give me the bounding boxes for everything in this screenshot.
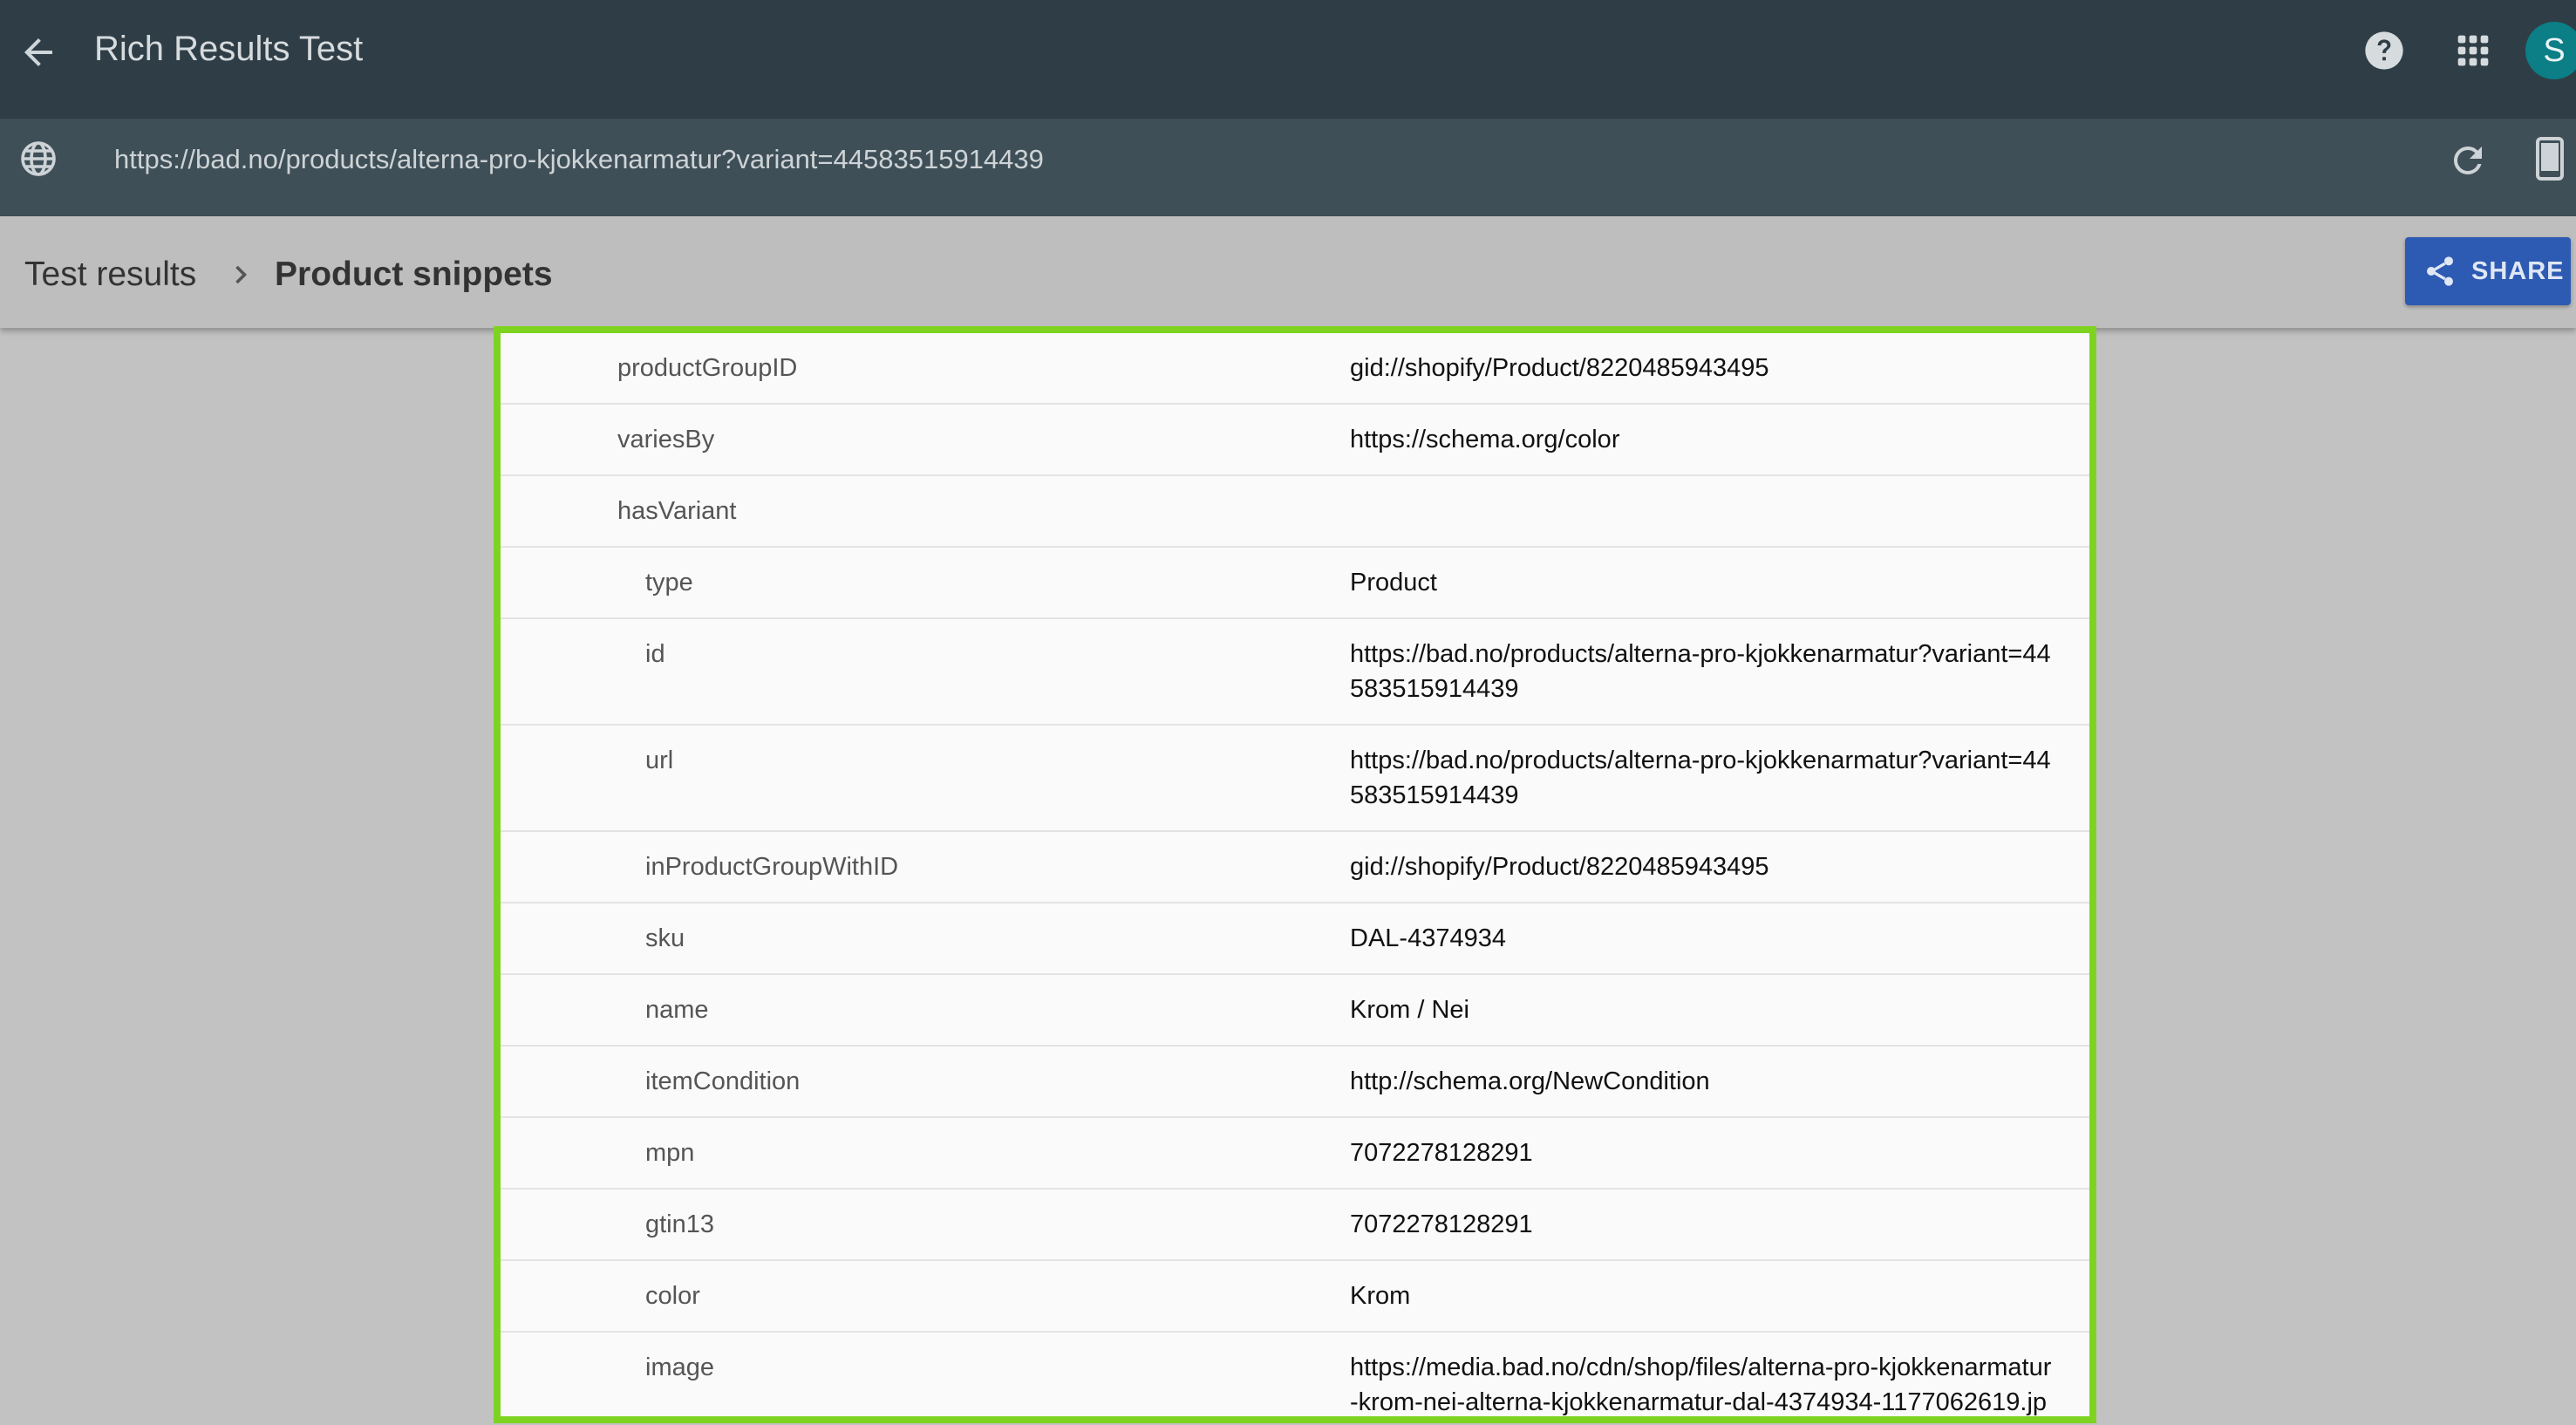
- property-key: hasVariant: [617, 497, 737, 525]
- share-icon: [2427, 256, 2453, 286]
- reload-icon[interactable]: [2447, 140, 2489, 181]
- property-value: https://media.bad.no/cdn/shop/files/alte…: [1350, 1353, 2052, 1416]
- help-icon[interactable]: [2361, 28, 2407, 73]
- property-key: image: [645, 1353, 714, 1381]
- table-row: color Krom: [501, 1261, 2089, 1333]
- property-key: id: [645, 640, 665, 668]
- smartphone-icon[interactable]: [2529, 136, 2571, 181]
- table-row: id https://bad.no/products/alterna-pro-k…: [501, 619, 2089, 726]
- property-key: type: [645, 569, 693, 597]
- table-row: itemCondition http://schema.org/NewCondi…: [501, 1047, 2089, 1118]
- property-value: https://bad.no/products/alterna-pro-kjok…: [1350, 747, 2051, 809]
- property-key: productGroupID: [617, 354, 798, 382]
- table-row: url https://bad.no/products/alterna-pro-…: [501, 726, 2089, 832]
- property-value: gid://shopify/Product/8220485943495: [1350, 354, 1769, 382]
- property-key: color: [645, 1282, 700, 1310]
- property-value: gid://shopify/Product/8220485943495: [1350, 853, 1769, 881]
- table-row: type Product: [501, 548, 2089, 619]
- property-key: gtin13: [645, 1210, 715, 1238]
- property-value: Krom: [1350, 1282, 1411, 1310]
- tested-url: https://bad.no/products/alterna-pro-kjok…: [114, 144, 1044, 174]
- property-key: itemCondition: [645, 1067, 801, 1095]
- page-title: Product snippets: [275, 256, 553, 293]
- apps-grid-icon[interactable]: [2450, 28, 2496, 73]
- table-row: hasVariant: [501, 476, 2089, 548]
- table-row: sku DAL-4374934: [501, 903, 2089, 975]
- property-value: DAL-4374934: [1350, 924, 1506, 952]
- table-row: inProductGroupWithID gid://shopify/Produ…: [501, 832, 2089, 903]
- property-value: Krom / Nei: [1350, 996, 1469, 1024]
- property-key: variesBy: [617, 426, 715, 453]
- app-bar: [0, 0, 2576, 119]
- table-row: name Krom / Nei: [501, 975, 2089, 1047]
- table-row: image https://media.bad.no/cdn/shop/file…: [501, 1333, 2089, 1416]
- arrow-back-icon[interactable]: [17, 31, 59, 73]
- avatar[interactable]: S: [2525, 22, 2576, 79]
- property-key: sku: [645, 924, 685, 952]
- property-value: http://schema.org/NewCondition: [1350, 1067, 1710, 1095]
- property-key: url: [645, 747, 674, 774]
- table-row: gtin13 7072278128291: [501, 1190, 2089, 1261]
- share-label: SHARE: [2471, 257, 2565, 285]
- property-table: productGroupID gid://shopify/Product/822…: [501, 333, 2089, 1416]
- structured-data-panel: productGroupID gid://shopify/Product/822…: [494, 326, 2096, 1423]
- table-row: productGroupID gid://shopify/Product/822…: [501, 333, 2089, 405]
- share-button[interactable]: SHARE: [2405, 237, 2571, 305]
- globe-icon: [21, 141, 56, 176]
- table-row: mpn 7072278128291: [501, 1118, 2089, 1190]
- property-value: https://schema.org/color: [1350, 426, 1620, 453]
- property-key: mpn: [645, 1139, 695, 1167]
- property-key: name: [645, 996, 709, 1024]
- property-value: Product: [1350, 569, 1437, 597]
- app-title: Rich Results Test: [94, 30, 364, 68]
- property-value: 7072278128291: [1350, 1210, 1533, 1238]
- breadcrumb-test-results[interactable]: Test results: [24, 254, 196, 296]
- property-value: 7072278128291: [1350, 1139, 1533, 1167]
- table-row: variesBy https://schema.org/color: [501, 405, 2089, 476]
- property-value: https://bad.no/products/alterna-pro-kjok…: [1350, 640, 2051, 703]
- chevron-right-icon: [235, 265, 248, 284]
- property-key: inProductGroupWithID: [645, 853, 899, 881]
